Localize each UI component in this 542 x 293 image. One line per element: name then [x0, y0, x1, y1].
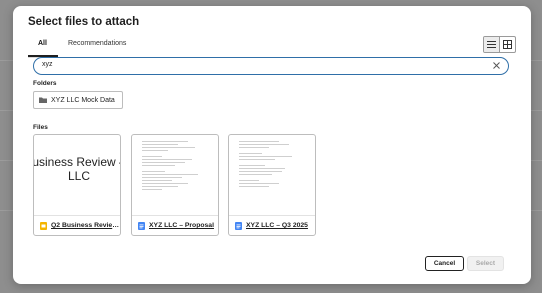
attach-files-dialog: Select files to attach All Recommendatio…	[13, 6, 531, 284]
select-button[interactable]: Select	[467, 256, 504, 271]
document-preview-lines	[239, 141, 305, 189]
search-field[interactable]: xyz	[33, 57, 509, 75]
file-preview	[132, 135, 218, 215]
list-view-button[interactable]	[484, 37, 499, 52]
document-preview-lines	[142, 141, 208, 192]
file-card[interactable]: XYZ LLC – Q3 2025	[228, 134, 316, 236]
folder-name: XYZ LLC Mock Data	[51, 96, 115, 104]
file-footer: XYZ LLC – Proposal	[132, 215, 218, 235]
slide-preview-text: usiness Review – LLC	[34, 155, 120, 183]
slides-icon	[40, 221, 47, 230]
grid-view-icon	[503, 40, 512, 49]
tab-recommendations[interactable]: Recommendations	[68, 39, 126, 56]
file-name[interactable]: Q2 Business Review – XYZ LLC	[51, 222, 119, 229]
folder-icon	[39, 97, 47, 103]
files-heading: Files	[33, 124, 48, 131]
file-preview	[229, 135, 315, 215]
search-input-value[interactable]: xyz	[42, 61, 53, 68]
tab-all[interactable]: All	[38, 39, 47, 56]
file-card[interactable]: XYZ LLC – Proposal	[131, 134, 219, 236]
file-name[interactable]: XYZ LLC – Q3 2025	[246, 222, 314, 229]
file-preview: usiness Review – LLC	[34, 135, 120, 215]
dialog-title: Select files to attach	[28, 16, 140, 28]
grid-view-button[interactable]	[499, 37, 515, 52]
file-footer: XYZ LLC – Q3 2025	[229, 215, 315, 235]
docs-icon	[235, 221, 242, 230]
tab-bar: All Recommendations	[28, 39, 144, 58]
clear-search-icon[interactable]	[491, 60, 502, 71]
view-toggle	[483, 36, 516, 53]
file-name[interactable]: XYZ LLC – Proposal	[149, 222, 217, 229]
folder-item[interactable]: XYZ LLC Mock Data	[33, 91, 123, 109]
cancel-button[interactable]: Cancel	[425, 256, 464, 271]
folders-heading: Folders	[33, 80, 57, 87]
docs-icon	[138, 221, 145, 230]
file-card[interactable]: usiness Review – LLC Q2 Business Review …	[33, 134, 121, 236]
list-view-icon	[487, 41, 496, 48]
file-footer: Q2 Business Review – XYZ LLC	[34, 215, 120, 235]
